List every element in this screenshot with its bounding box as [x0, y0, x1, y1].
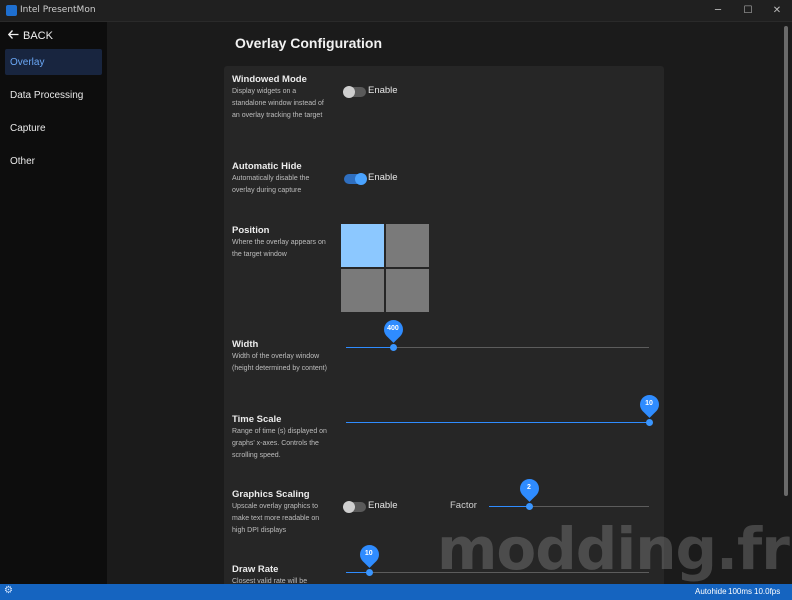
arrow-left-icon	[7, 30, 20, 42]
slider-thumb[interactable]	[365, 569, 373, 576]
status-fps: 10.0fps	[754, 587, 781, 596]
time-scale-title: Time Scale	[232, 414, 282, 425]
title-bar: Intel PresentMon ─ ☐ ✕	[0, 0, 792, 22]
app-icon	[6, 5, 17, 16]
factor-label: Factor	[450, 500, 477, 511]
graphics-scaling-toggle[interactable]	[343, 501, 366, 513]
draw-rate-title: Draw Rate	[232, 564, 279, 575]
slider-thumb[interactable]	[646, 419, 653, 426]
position-grid	[341, 224, 429, 312]
graphics-scaling-desc: Upscale overlay graphics to make text mo…	[232, 503, 320, 534]
sidebar: BACK Overlay Data Processing Capture Oth…	[0, 22, 107, 584]
close-icon[interactable]: ✕	[768, 3, 786, 19]
maximize-icon[interactable]: ☐	[739, 3, 757, 19]
time-scale-value: 10	[645, 400, 653, 407]
gear-icon[interactable]: ⚙	[4, 585, 13, 596]
slider-fill	[346, 347, 393, 348]
toggle-knob	[343, 86, 355, 98]
automatic-hide-toggle[interactable]	[344, 173, 367, 185]
sidebar-item-capture[interactable]: Capture	[5, 115, 102, 141]
window-title: Intel PresentMon	[20, 5, 96, 15]
width-value: 400	[387, 325, 399, 332]
windowed-mode-title: Windowed Mode	[232, 74, 307, 85]
position-desc: Where the overlay appears on the target …	[232, 239, 326, 258]
windowed-mode-desc: Display widgets on a standalone window i…	[232, 88, 324, 119]
graphics-scaling-toggle-label: Enable	[368, 500, 398, 511]
automatic-hide-title: Automatic Hide	[232, 161, 302, 172]
watermark: modding.fr	[437, 515, 790, 583]
settings-panel: Windowed Mode Display widgets on a stand…	[224, 66, 664, 584]
sidebar-item-data-processing[interactable]: Data Processing	[5, 82, 102, 108]
page-title: Overlay Configuration	[235, 35, 383, 51]
windowed-mode-toggle[interactable]	[343, 86, 366, 98]
sidebar-item-other[interactable]: Other	[5, 148, 102, 174]
status-bar: ⚙ Autohide 100ms 10.0fps	[0, 584, 792, 600]
position-title: Position	[232, 225, 270, 236]
back-button[interactable]: BACK	[7, 30, 53, 42]
graphics-scaling-title: Graphics Scaling	[232, 489, 310, 500]
minimize-icon[interactable]: ─	[709, 3, 727, 19]
draw-rate-value: 10	[364, 550, 373, 557]
slider-fill	[489, 506, 529, 507]
sidebar-item-overlay[interactable]: Overlay	[5, 49, 102, 75]
toggle-knob	[343, 501, 355, 513]
slider-thumb[interactable]	[526, 503, 533, 510]
factor-value: 2	[527, 484, 531, 491]
width-slider[interactable]: 400	[346, 316, 649, 351]
position-top-right[interactable]	[386, 224, 429, 267]
scrollbar-thumb[interactable]	[784, 26, 788, 496]
slider-fill	[346, 422, 649, 423]
automatic-hide-toggle-label: Enable	[368, 172, 398, 183]
main-content: Overlay Configuration Windowed Mode Disp…	[107, 22, 781, 584]
windowed-mode-toggle-label: Enable	[368, 85, 398, 96]
width-title: Width	[232, 339, 259, 350]
position-bottom-left[interactable]	[341, 269, 384, 312]
position-top-left[interactable]	[341, 224, 384, 267]
draw-rate-desc: Closest valid rate will be	[232, 578, 308, 584]
time-scale-slider[interactable]: 10	[346, 391, 663, 426]
width-desc: Width of the overlay window (height dete…	[232, 353, 327, 372]
scrollbar[interactable]	[781, 22, 792, 584]
status-autohide: Autohide	[695, 587, 727, 596]
slider-thumb[interactable]	[389, 344, 397, 351]
back-label: BACK	[23, 30, 53, 42]
status-interval: 100ms	[728, 587, 753, 596]
automatic-hide-desc: Automatically disable the overlay during…	[232, 175, 310, 194]
toggle-knob	[355, 173, 367, 185]
position-bottom-right[interactable]	[386, 269, 429, 312]
factor-slider[interactable]: 2	[489, 475, 649, 510]
time-scale-desc: Range of time (s) displayed on graphs' x…	[232, 428, 327, 459]
